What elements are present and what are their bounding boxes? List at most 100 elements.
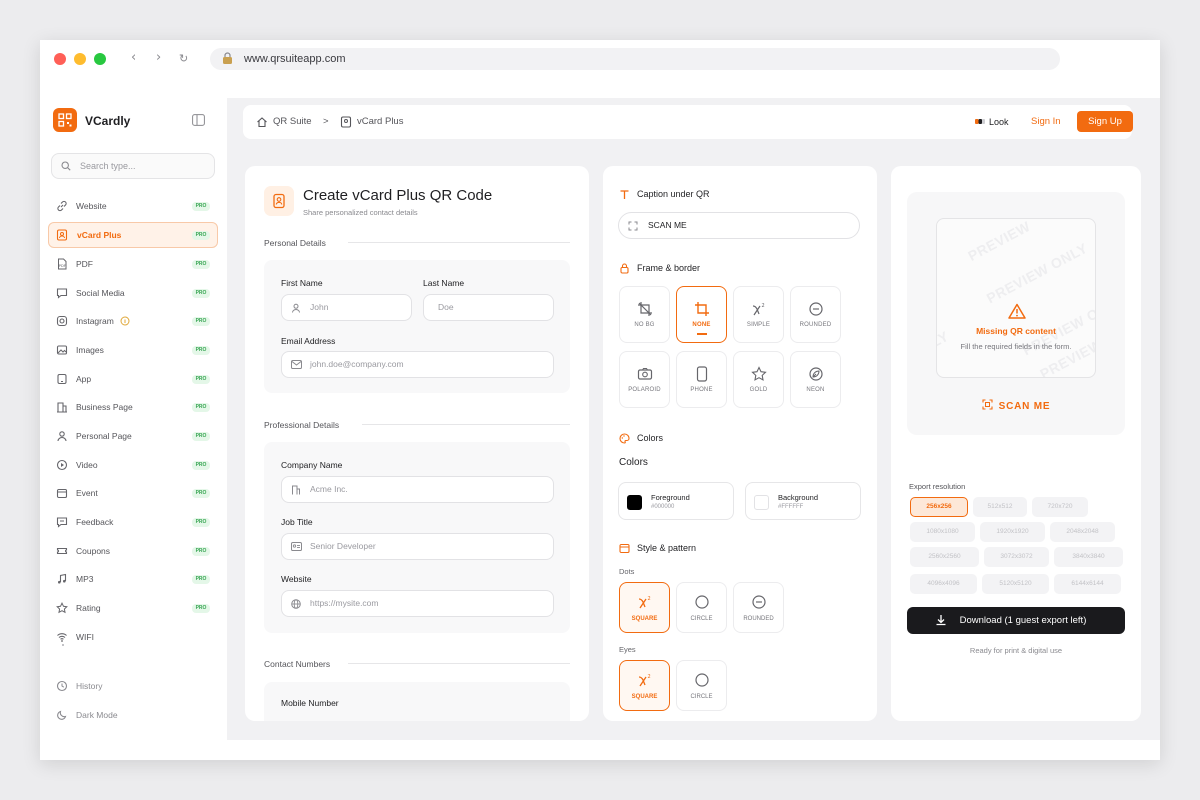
sidebar-item-images[interactable]: Images PRO (48, 337, 218, 363)
first-name-field[interactable]: John (281, 294, 412, 321)
sidebar-item-label: MP3 (76, 574, 94, 584)
website-field[interactable]: https://mysite.com (281, 590, 554, 617)
sidebar-item-feedback[interactable]: Feedback PRO (48, 509, 218, 535)
dots-option-label: ROUNDED (743, 616, 774, 622)
sidebar-item-label: Business Page (76, 402, 133, 412)
dots-option-rounded[interactable]: ROUNDED (733, 582, 784, 633)
sidebar-item-wifi[interactable]: WIFI (48, 624, 218, 650)
main-area: QR Suite > vCard Plus Look Sign In Sign … (227, 98, 1160, 740)
frame-option-simple[interactable]: 2 SIMPLE (733, 286, 784, 343)
job-title-field[interactable]: Senior Developer (281, 533, 554, 560)
qr-logo-icon (58, 113, 72, 127)
frame-option-phone[interactable]: PHONE (676, 351, 727, 408)
pro-badge: PRO (192, 547, 210, 556)
close-window-button[interactable] (54, 53, 66, 65)
last-name-field[interactable]: Doe (423, 294, 554, 321)
crop-off-icon (638, 302, 652, 316)
resolution-option[interactable]: 1080x1080 (910, 522, 975, 542)
moon-icon (57, 710, 67, 720)
resolution-option[interactable]: 1920x1920 (980, 522, 1045, 542)
eyes-option-square[interactable]: 2 SQUARE (619, 660, 670, 711)
history-button[interactable]: History (48, 673, 218, 699)
brand-logo (53, 108, 77, 132)
frame-option-none[interactable]: NONE (676, 286, 727, 343)
pro-badge: PRO (192, 432, 210, 441)
sidebar-item-app[interactable]: App PRO (48, 366, 218, 392)
look-button[interactable]: Look (975, 114, 1009, 130)
sidebar-item-business-page[interactable]: Business Page PRO (48, 394, 218, 420)
frame-option-gold[interactable]: GOLD (733, 351, 784, 408)
app-icon (57, 373, 67, 385)
pro-badge: PRO (192, 461, 210, 470)
sidebar-item-rating[interactable]: Rating PRO (48, 595, 218, 621)
frame-option-neon[interactable]: NEON (790, 351, 841, 408)
frame-option-label: NEON (806, 387, 825, 393)
dots-option-circle[interactable]: CIRCLE (676, 582, 727, 633)
sidebar-item-pdf[interactable]: PDF PDF PRO (48, 251, 218, 277)
background-color-picker[interactable]: Background #FFFFFF (745, 482, 861, 520)
sidebar-item-label: Feedback (76, 517, 114, 527)
breadcrumb-root[interactable]: QR Suite (273, 105, 312, 139)
colors-subheading: Colors (619, 457, 648, 468)
frame-option-no-bg[interactable]: NO BG (619, 286, 670, 343)
sidebar-item-instagram[interactable]: Instagram PRO (48, 308, 218, 334)
sidebar-item-website[interactable]: Website PRO (48, 193, 218, 219)
info-badge-icon (120, 316, 130, 326)
sidebar-item-vcard-plus[interactable]: vCard Plus PRO (48, 222, 218, 248)
sidebar-item-event[interactable]: Event PRO (48, 480, 218, 506)
resolution-option[interactable]: 2560x2560 (910, 547, 979, 567)
selected-underline (697, 333, 707, 335)
address-bar[interactable]: www.qrsuiteapp.com (210, 48, 1060, 70)
company-field[interactable]: Acme Inc. (281, 476, 554, 503)
sign-up-button[interactable]: Sign Up (1077, 111, 1133, 132)
resolution-option[interactable]: 3840x3840 (1054, 547, 1123, 567)
sidebar-item-coupons[interactable]: Coupons PRO (48, 538, 218, 564)
dots-option-label: SQUARE (631, 616, 658, 622)
download-button[interactable]: Download (1 guest export left) (907, 607, 1125, 634)
scan-frame-icon (628, 221, 638, 231)
eyes-label: Eyes (619, 645, 636, 654)
sidebar-item-video[interactable]: Video PRO (48, 452, 218, 478)
camera-icon (637, 368, 653, 380)
minimize-window-button[interactable] (74, 53, 86, 65)
resolution-option[interactable]: 6144x6144 (1054, 574, 1121, 594)
resolution-option[interactable]: 5120x5120 (982, 574, 1049, 594)
colors-heading: Colors (619, 433, 663, 444)
eyes-option-circle[interactable]: CIRCLE (676, 660, 727, 711)
maximize-window-button[interactable] (94, 53, 106, 65)
resolution-option[interactable]: 3072x3072 (984, 547, 1049, 567)
job-title-placeholder: Senior Developer (310, 541, 376, 551)
pro-badge: PRO (192, 231, 210, 240)
resolution-option[interactable]: 720x720 (1032, 497, 1088, 517)
company-label: Company Name (281, 460, 343, 470)
reload-button[interactable]: ↻ (179, 52, 188, 65)
sidebar-item-social-media[interactable]: Social Media PRO (48, 280, 218, 306)
dots-option-square[interactable]: 2 SQUARE (619, 582, 670, 633)
resolution-option[interactable]: 256x256 (910, 497, 968, 517)
resolution-option[interactable]: 4096x4096 (910, 574, 977, 594)
foreground-color-picker[interactable]: Foreground #000000 (618, 482, 734, 520)
frame-option-polaroid[interactable]: POLAROID (619, 351, 670, 408)
pro-badge: PRO (192, 375, 210, 384)
resolution-option[interactable]: 2048x2048 (1050, 522, 1115, 542)
frame-option-rounded[interactable]: ROUNDED (790, 286, 841, 343)
pro-badge: PRO (192, 202, 210, 211)
back-button[interactable]: ‹ (131, 50, 136, 65)
frame-option-label: SIMPLE (746, 322, 771, 328)
url-text: www.qrsuiteapp.com (244, 53, 346, 65)
sidebar-item-personal-page[interactable]: Personal Page PRO (48, 423, 218, 449)
email-field[interactable]: john.doe@company.com (281, 351, 554, 378)
sidebar-item-mp3[interactable]: MP3 PRO (48, 566, 218, 592)
personal-details-group: First Name John Last Name Doe Email Addr… (264, 260, 570, 393)
sidebar-item-label: WIFI (76, 632, 94, 642)
dark-mode-toggle[interactable]: Dark Mode (48, 702, 218, 728)
building-icon (57, 402, 67, 413)
sidebar-collapse-icon[interactable] (192, 114, 205, 126)
sign-in-button[interactable]: Sign In (1031, 114, 1061, 130)
forward-button[interactable]: › (156, 50, 161, 65)
search-input[interactable]: Search type... (51, 153, 215, 179)
text-icon (620, 190, 629, 199)
caption-input[interactable]: SCAN ME (618, 212, 860, 239)
resolution-option[interactable]: 512x512 (973, 497, 1027, 517)
caption-heading: Caption under QR (619, 189, 710, 199)
